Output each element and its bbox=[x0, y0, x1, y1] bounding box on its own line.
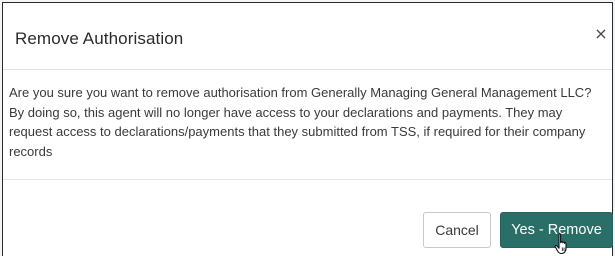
screen: Remove Authorisation × Are you sure you … bbox=[0, 0, 615, 256]
hand-pointer-cursor-icon bbox=[554, 233, 567, 255]
dialog-title: Remove Authorisation bbox=[15, 29, 184, 48]
dialog-message: Are you sure you want to remove authoris… bbox=[9, 85, 592, 159]
close-icon[interactable]: × bbox=[592, 25, 610, 43]
cancel-button[interactable]: Cancel bbox=[423, 212, 491, 248]
dialog-footer: Cancel Yes - Remove bbox=[3, 180, 613, 256]
remove-authorisation-dialog: Remove Authorisation × Are you sure you … bbox=[2, 2, 613, 256]
dialog-header: Remove Authorisation × bbox=[3, 3, 612, 70]
